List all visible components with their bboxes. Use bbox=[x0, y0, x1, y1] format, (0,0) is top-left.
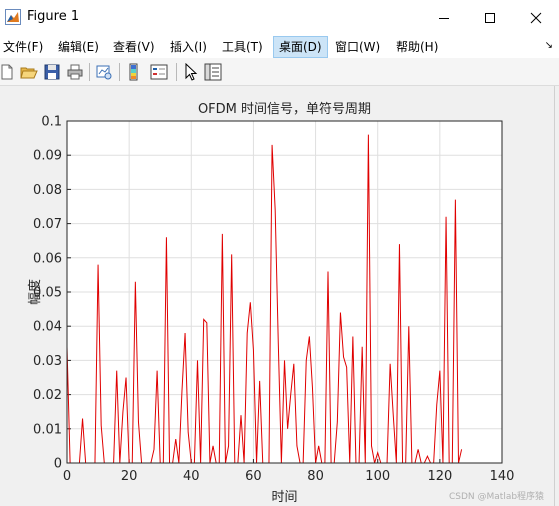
title-bar: Figure 1 bbox=[0, 0, 559, 36]
menu-file[interactable]: 文件(F) bbox=[3, 36, 43, 58]
save-icon[interactable] bbox=[43, 63, 61, 81]
y-axis-label: 幅度 bbox=[27, 279, 43, 305]
chevron-right-icon[interactable]: ↘ bbox=[545, 40, 553, 51]
matlab-figure-icon bbox=[5, 9, 21, 25]
print-icon[interactable] bbox=[66, 63, 84, 81]
menu-view[interactable]: 查看(V) bbox=[113, 36, 155, 58]
x-tick-label: 40 bbox=[183, 469, 200, 484]
insert-legend-icon[interactable] bbox=[150, 63, 168, 81]
maximize-button[interactable] bbox=[467, 0, 513, 36]
y-tick-label: 0.1 bbox=[41, 115, 62, 130]
plot-canvas: 0 20 40 60 80 100 120 14000.010.020.030.040.050… bbox=[27, 101, 515, 505]
toolbar-separator bbox=[176, 63, 177, 81]
menu-insert[interactable]: 插入(I) bbox=[170, 36, 207, 58]
x-tick-label: 20 bbox=[121, 469, 138, 484]
y-tick-label: 0.07 bbox=[33, 217, 62, 232]
toolbar-separator bbox=[89, 63, 90, 81]
y-tick-label: 0.02 bbox=[33, 388, 62, 403]
figure-toolbar bbox=[0, 58, 559, 86]
close-icon bbox=[530, 12, 542, 24]
y-tick-label: 0.04 bbox=[33, 320, 62, 335]
y-tick-label: 0.03 bbox=[33, 354, 62, 369]
x-axis-label: 时间 bbox=[271, 490, 297, 505]
menu-desktop[interactable]: 桌面(D) bbox=[273, 36, 328, 58]
menu-tools[interactable]: 工具(T) bbox=[222, 36, 263, 58]
close-button[interactable] bbox=[513, 0, 559, 36]
window-title: Figure 1 bbox=[27, 9, 80, 24]
maximize-icon bbox=[485, 13, 495, 23]
menu-bar: 文件(F) 编辑(E) 查看(V) 插入(I) 工具(T) 桌面(D) 窗口(W… bbox=[0, 36, 559, 58]
x-tick-label: 120 bbox=[427, 469, 452, 484]
property-inspector-icon[interactable] bbox=[204, 63, 222, 81]
toolbar-separator bbox=[119, 63, 120, 81]
x-tick-label: 0 bbox=[63, 469, 71, 484]
new-figure-icon[interactable] bbox=[0, 63, 16, 81]
open-file-icon[interactable] bbox=[20, 63, 38, 81]
minimize-icon bbox=[439, 18, 449, 19]
x-tick-label: 140 bbox=[490, 469, 515, 484]
x-tick-label: 100 bbox=[365, 469, 390, 484]
pointer-icon[interactable] bbox=[182, 63, 200, 81]
menu-edit[interactable]: 编辑(E) bbox=[58, 36, 99, 58]
x-tick-label: 60 bbox=[245, 469, 262, 484]
watermark-text: CSDN @Matlab程序猿 bbox=[449, 492, 545, 502]
y-tick-label: 0.09 bbox=[33, 149, 62, 164]
chart-title: OFDM 时间信号，单符号周期 bbox=[198, 101, 371, 117]
minimize-button[interactable] bbox=[421, 0, 467, 36]
y-tick-label: 0.08 bbox=[33, 183, 62, 198]
y-tick-label: 0.01 bbox=[33, 422, 62, 437]
insert-colorbar-icon[interactable] bbox=[127, 63, 145, 81]
y-tick-label: 0 bbox=[54, 457, 62, 472]
y-tick-label: 0.06 bbox=[33, 251, 62, 266]
x-tick-label: 80 bbox=[307, 469, 324, 484]
menu-help[interactable]: 帮助(H) bbox=[396, 36, 438, 58]
link-plot-icon[interactable] bbox=[95, 63, 113, 81]
menu-window[interactable]: 窗口(W) bbox=[335, 36, 380, 58]
